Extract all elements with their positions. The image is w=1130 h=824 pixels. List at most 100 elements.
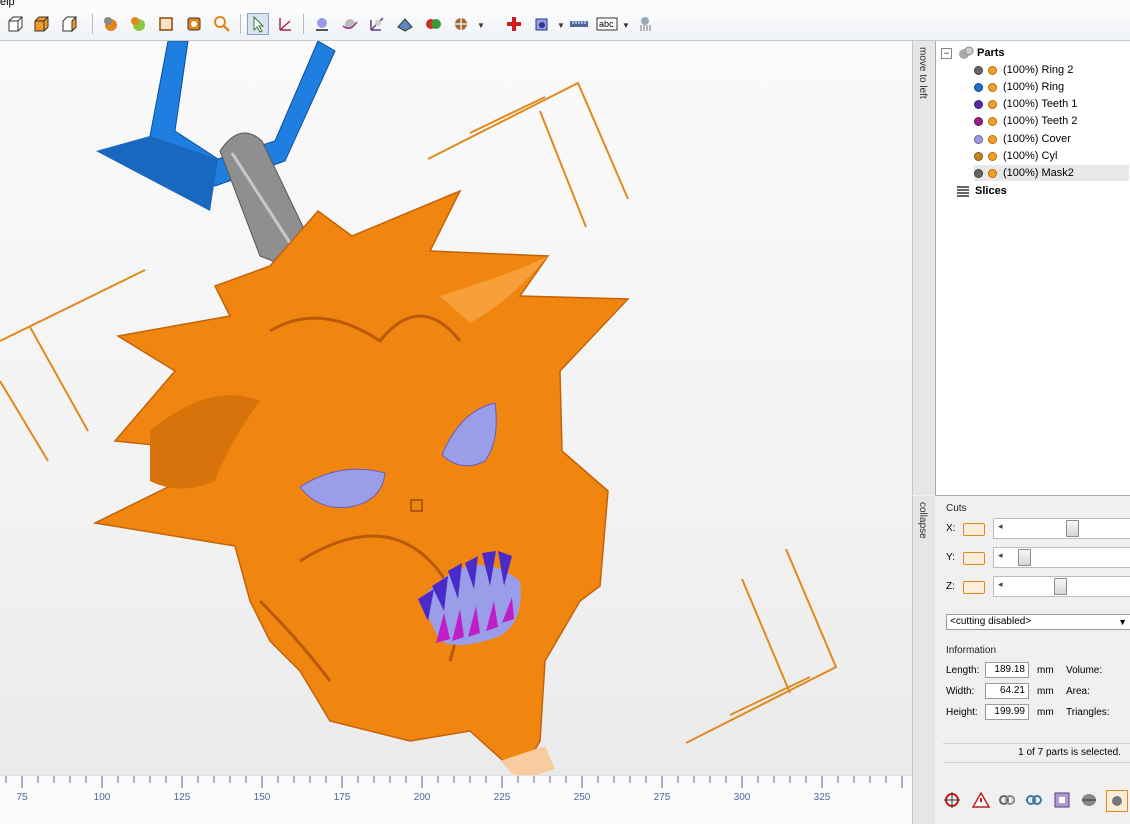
layers-icon[interactable] (1079, 790, 1099, 810)
tree-part-cyl[interactable]: (100%) Cyl (974, 148, 1057, 164)
move-to-left-tab[interactable]: move to left (912, 41, 936, 495)
boolean-icon[interactable] (422, 13, 444, 35)
target-icon[interactable] (942, 790, 962, 810)
cut-z-toggle[interactable] (963, 581, 985, 594)
part-color-icon (974, 151, 983, 161)
chevron-down-icon[interactable]: ▼ (557, 21, 565, 30)
slider-left-arrow-icon[interactable]: ◂ (998, 579, 1003, 590)
rotate-part-icon[interactable] (339, 13, 361, 35)
ruler-label: 275 (653, 792, 671, 803)
view-top-icon[interactable] (30, 13, 52, 35)
tree-part-teeth-1[interactable]: (100%) Teeth 1 (974, 96, 1077, 112)
toolbar-separator (240, 14, 241, 34)
visibility-eye-icon[interactable] (988, 134, 997, 144)
part-label: (100%) Teeth 2 (1003, 115, 1078, 127)
information-title: Information (946, 645, 997, 656)
part-label: (100%) Ring (1003, 81, 1065, 93)
visibility-eye-icon[interactable] (988, 82, 997, 92)
triangles-label: Triangles: (1066, 707, 1110, 718)
cut-y-slider[interactable]: ◂ (993, 547, 1130, 568)
cut-x-toggle[interactable] (963, 523, 985, 536)
render-textured-icon[interactable] (127, 13, 149, 35)
tree-part-teeth-2[interactable]: (100%) Teeth 2 (974, 113, 1077, 129)
collapse-toggle-icon[interactable]: − (941, 47, 952, 59)
render-wire-icon[interactable] (155, 13, 177, 35)
add-part-icon[interactable] (503, 13, 525, 35)
cut-x-slider-thumb[interactable] (1065, 520, 1079, 537)
view-front-icon[interactable] (4, 13, 26, 35)
cut-z-slider-thumb[interactable] (1053, 578, 1067, 595)
tree-root-parts[interactable]: − Parts (941, 45, 1005, 61)
ruler-label: 150 (253, 792, 271, 803)
part-color-icon (974, 82, 983, 92)
cut-y-label: Y: (946, 552, 955, 563)
place-part-icon[interactable] (311, 13, 333, 35)
menu-help[interactable]: elp (0, 0, 15, 8)
move-axis-icon[interactable] (274, 13, 296, 35)
ruler-label: 200 (413, 792, 431, 803)
visibility-eye-icon[interactable] (988, 151, 997, 161)
visibility-eye-icon[interactable] (988, 65, 997, 75)
ruler-ticks (5, 776, 903, 788)
slices-label: Slices (975, 185, 1007, 197)
zoom-icon[interactable] (211, 13, 233, 35)
chevron-down-icon[interactable]: ▼ (477, 21, 485, 30)
part-label: (100%) Teeth 1 (1003, 98, 1078, 110)
tree-part-ring-2[interactable]: (100%) Ring 2 (974, 62, 1073, 78)
part-color-icon (974, 65, 983, 75)
cut-x-slider[interactable]: ◂ (993, 518, 1130, 539)
viewport-3d[interactable]: 75 100 125 150 175 200 225 250 275 300 3… (0, 41, 912, 824)
cutting-mode-value: <cutting disabled> (950, 616, 1032, 627)
ruler-label: 300 (733, 792, 751, 803)
cut-y-toggle[interactable] (963, 552, 985, 565)
model-scene[interactable] (0, 41, 912, 824)
cut-z-label: Z: (946, 581, 955, 592)
sphere-icon[interactable] (1106, 790, 1128, 812)
ruler-label: 100 (93, 792, 111, 803)
link-icon[interactable] (997, 790, 1017, 810)
cutting-mode-select[interactable]: <cutting disabled> ▼ (946, 614, 1130, 630)
tree-part-ring[interactable]: (100%) Ring (974, 79, 1064, 95)
ruler-icon[interactable] (568, 13, 590, 35)
width-label: Width: (946, 686, 975, 697)
chevron-down-icon[interactable]: ▼ (1118, 615, 1127, 629)
collapse-tab[interactable]: collapse (912, 496, 936, 824)
visibility-eye-icon[interactable] (988, 168, 997, 178)
tree-slices[interactable]: Slices (956, 183, 1007, 199)
move-to-left-label: move to left (917, 47, 928, 99)
ruler-label: 325 (813, 792, 831, 803)
frame-icon[interactable] (1052, 790, 1072, 810)
mirror-part-icon[interactable] (394, 13, 416, 35)
unlink-icon[interactable] (1024, 790, 1044, 810)
ruler-label: 125 (173, 792, 191, 803)
cut-y-slider-thumb[interactable] (1017, 549, 1031, 566)
render-box-icon[interactable] (183, 13, 205, 35)
area-label: Area: (1066, 686, 1090, 697)
warning-icon[interactable] (971, 790, 991, 810)
width-unit: mm (1037, 686, 1054, 697)
slider-left-arrow-icon[interactable]: ◂ (998, 521, 1003, 532)
part-color-icon (974, 116, 983, 126)
ring-part[interactable] (96, 41, 336, 211)
measure-icon[interactable] (531, 13, 553, 35)
tree-part-cover[interactable]: (100%) Cover (974, 131, 1071, 147)
toolbar-separator (92, 14, 93, 34)
visibility-eye-icon[interactable] (988, 116, 997, 126)
tree-part-mask2[interactable]: (100%) Mask2 (974, 165, 1129, 181)
cut-z-slider[interactable]: ◂ (993, 576, 1130, 597)
collapse-label: collapse (917, 502, 928, 539)
select-arrow-icon[interactable] (247, 13, 269, 35)
width-value: 64.21 (985, 683, 1029, 699)
svg-text:abc: abc (599, 19, 614, 29)
support-icon[interactable] (634, 13, 656, 35)
cuts-title: Cuts (946, 503, 967, 514)
view-side-icon[interactable] (58, 13, 80, 35)
split-sphere-icon[interactable] (450, 13, 472, 35)
slider-left-arrow-icon[interactable]: ◂ (998, 550, 1003, 561)
chevron-down-icon[interactable]: ▼ (622, 21, 630, 30)
visibility-eye-icon[interactable] (988, 99, 997, 109)
scale-part-icon[interactable] (366, 13, 388, 35)
text-label-icon[interactable]: abc (596, 13, 618, 35)
toolbar-separator (303, 14, 304, 34)
render-shaded-icon[interactable] (100, 13, 122, 35)
